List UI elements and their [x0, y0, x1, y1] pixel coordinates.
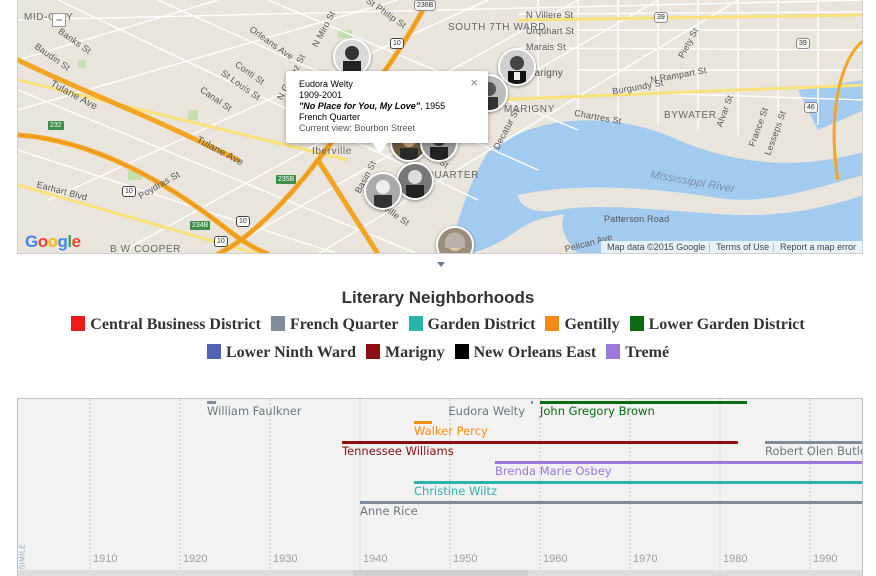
google-logo[interactable]: Google	[25, 232, 81, 252]
highway-shield: 10	[236, 216, 250, 227]
popup-work-year: , 1955	[420, 101, 446, 111]
legend-swatch	[408, 316, 423, 331]
legend-swatch	[606, 344, 621, 359]
timeline-event-bar[interactable]	[531, 401, 533, 404]
map-label: Urquhart St	[526, 26, 575, 36]
legend-label: Lower Garden District	[648, 316, 805, 333]
exit-sign: 235B	[276, 175, 297, 184]
legend-item-gentilly[interactable]: Gentilly	[545, 316, 620, 334]
legend-item-new-orleans-east[interactable]: New Orleans East	[454, 344, 597, 362]
legend-swatch	[629, 316, 644, 331]
exit-sign: 232	[48, 121, 64, 130]
highway-shield: 39	[796, 38, 810, 49]
author-marker[interactable]	[364, 172, 402, 210]
popup-current-view: Current view: Bourbon Street	[299, 123, 416, 133]
simile-brand: SIMILE	[19, 543, 27, 570]
map-attribution: Map data ©2015 Google | Terms of Use | Rep…	[601, 241, 862, 253]
legend-swatch	[454, 344, 469, 359]
timeline-scroll-thumb[interactable]	[353, 570, 528, 576]
timeline-event-label[interactable]: Robert Olen Butler	[765, 444, 863, 458]
highway-shield: 46	[804, 102, 818, 113]
legend-label: Gentilly	[564, 316, 620, 333]
legend-label: New Orleans East	[473, 344, 597, 361]
timeline-event-label[interactable]: Christine Wiltz	[414, 484, 497, 498]
timeline-tick-label: 1970	[633, 553, 657, 565]
legend-swatch	[270, 316, 285, 331]
timeline-tick-label: 1930	[273, 553, 297, 565]
highway-shield: 10	[122, 186, 136, 197]
map-data-credit: Map data ©2015 Google	[607, 242, 706, 252]
timeline-event-label[interactable]: Tennessee Williams	[341, 444, 454, 458]
exit-sign: 234B	[190, 221, 211, 230]
timeline-canvas: 1910 1920 1930 1940 1950 1960 1970 1980 1990 Will…	[89, 399, 863, 569]
timeline-tick-label: 1910	[93, 553, 117, 565]
popup-work-title: "No Place for You, My Love"	[299, 101, 421, 111]
popup-neighborhood: French Quarter	[299, 112, 361, 122]
legend-item-lower-ninth-ward[interactable]: Lower Ninth Ward	[206, 344, 357, 362]
legend-swatch	[545, 316, 560, 331]
highway-shield: 236B	[414, 0, 437, 11]
timeline-tick-label: 1950	[453, 553, 477, 565]
legend-row: Central Business District French Quarter G…	[0, 316, 876, 334]
highway-shield: 39	[654, 12, 668, 23]
legend-label: Tremé	[625, 344, 670, 361]
timeline-tick-label: 1990	[813, 553, 837, 565]
highway-shield: 10	[214, 236, 228, 247]
timeline-event-label[interactable]: John Gregory Brown	[539, 404, 655, 418]
legend-item-lower-garden-district[interactable]: Lower Garden District	[629, 316, 805, 334]
timeline-tick-label: 1940	[363, 553, 387, 565]
legend-label: Lower Ninth Ward	[225, 344, 357, 361]
terms-of-use-link[interactable]: Terms of Use	[716, 242, 769, 252]
timeline-tick-label: 1980	[723, 553, 747, 565]
legend-label: French Quarter	[289, 316, 399, 333]
report-map-error-link[interactable]: Report a map error	[780, 242, 856, 252]
legend-label: Garden District	[427, 316, 536, 333]
legend-swatch	[206, 344, 221, 359]
map-label: Marais St	[526, 42, 566, 52]
legend-item-central-business-district[interactable]: Central Business District	[71, 316, 261, 334]
legend-item-marigny[interactable]: Marigny	[366, 344, 445, 362]
timeline-tick-label: 1920	[183, 553, 207, 565]
map-label: N Villere St	[526, 10, 574, 20]
popup-tail	[372, 142, 388, 154]
legend-item-trem[interactable]: Tremé	[606, 344, 669, 362]
zoom-out-button[interactable]: −	[52, 13, 66, 27]
timeline-event-label[interactable]: Walker Percy	[414, 424, 488, 438]
legend-item-garden-district[interactable]: Garden District	[408, 316, 536, 334]
map-label: MARIGNY	[504, 104, 555, 115]
legend-label: Marigny	[385, 344, 445, 361]
popup-author-years: 1909-2001	[299, 90, 343, 100]
popup-close-button[interactable]: ×	[470, 76, 478, 89]
legend-swatch	[71, 316, 86, 331]
timeline[interactable]: 1910 1920 1930 1940 1950 1960 1970 1980 1990 Will…	[17, 398, 863, 576]
legend-item-french-quarter[interactable]: French Quarter	[270, 316, 399, 334]
map[interactable]: MID-CITY Banks St Baudin St Tulane Ave O…	[17, 0, 863, 254]
collapse-map-arrow-icon[interactable]	[437, 262, 445, 267]
timeline-event-bar[interactable]	[360, 501, 863, 504]
legend-row: Lower Ninth Ward Marigny New Orleans East T…	[0, 344, 876, 362]
timeline-event-label[interactable]: Eudora Welty	[448, 404, 525, 418]
timeline-event-label[interactable]: Brenda Marie Osbey	[495, 464, 612, 478]
highway-shield: 10	[390, 38, 404, 49]
author-info-popup: Eudora Welty 1909-2001 "No Place for You…	[286, 71, 488, 154]
legend-swatch	[366, 344, 381, 359]
timeline-tick-label: 1960	[543, 553, 567, 565]
popup-work: "No Place for You, My Love", 1955	[299, 101, 475, 112]
legend-title: Literary Neighborhoods	[341, 288, 535, 307]
legend-label: Central Business District	[90, 316, 261, 333]
timeline-event-label[interactable]: William Faulkner	[207, 404, 302, 418]
map-label: Iberville	[312, 146, 352, 157]
map-label: Patterson Road	[604, 214, 670, 224]
map-label: BYWATER	[664, 110, 717, 121]
map-label: B W COOPER	[110, 244, 182, 254]
timeline-event-label[interactable]: Anne Rice	[360, 504, 418, 518]
popup-author-name: Eudora Welty	[299, 79, 353, 89]
